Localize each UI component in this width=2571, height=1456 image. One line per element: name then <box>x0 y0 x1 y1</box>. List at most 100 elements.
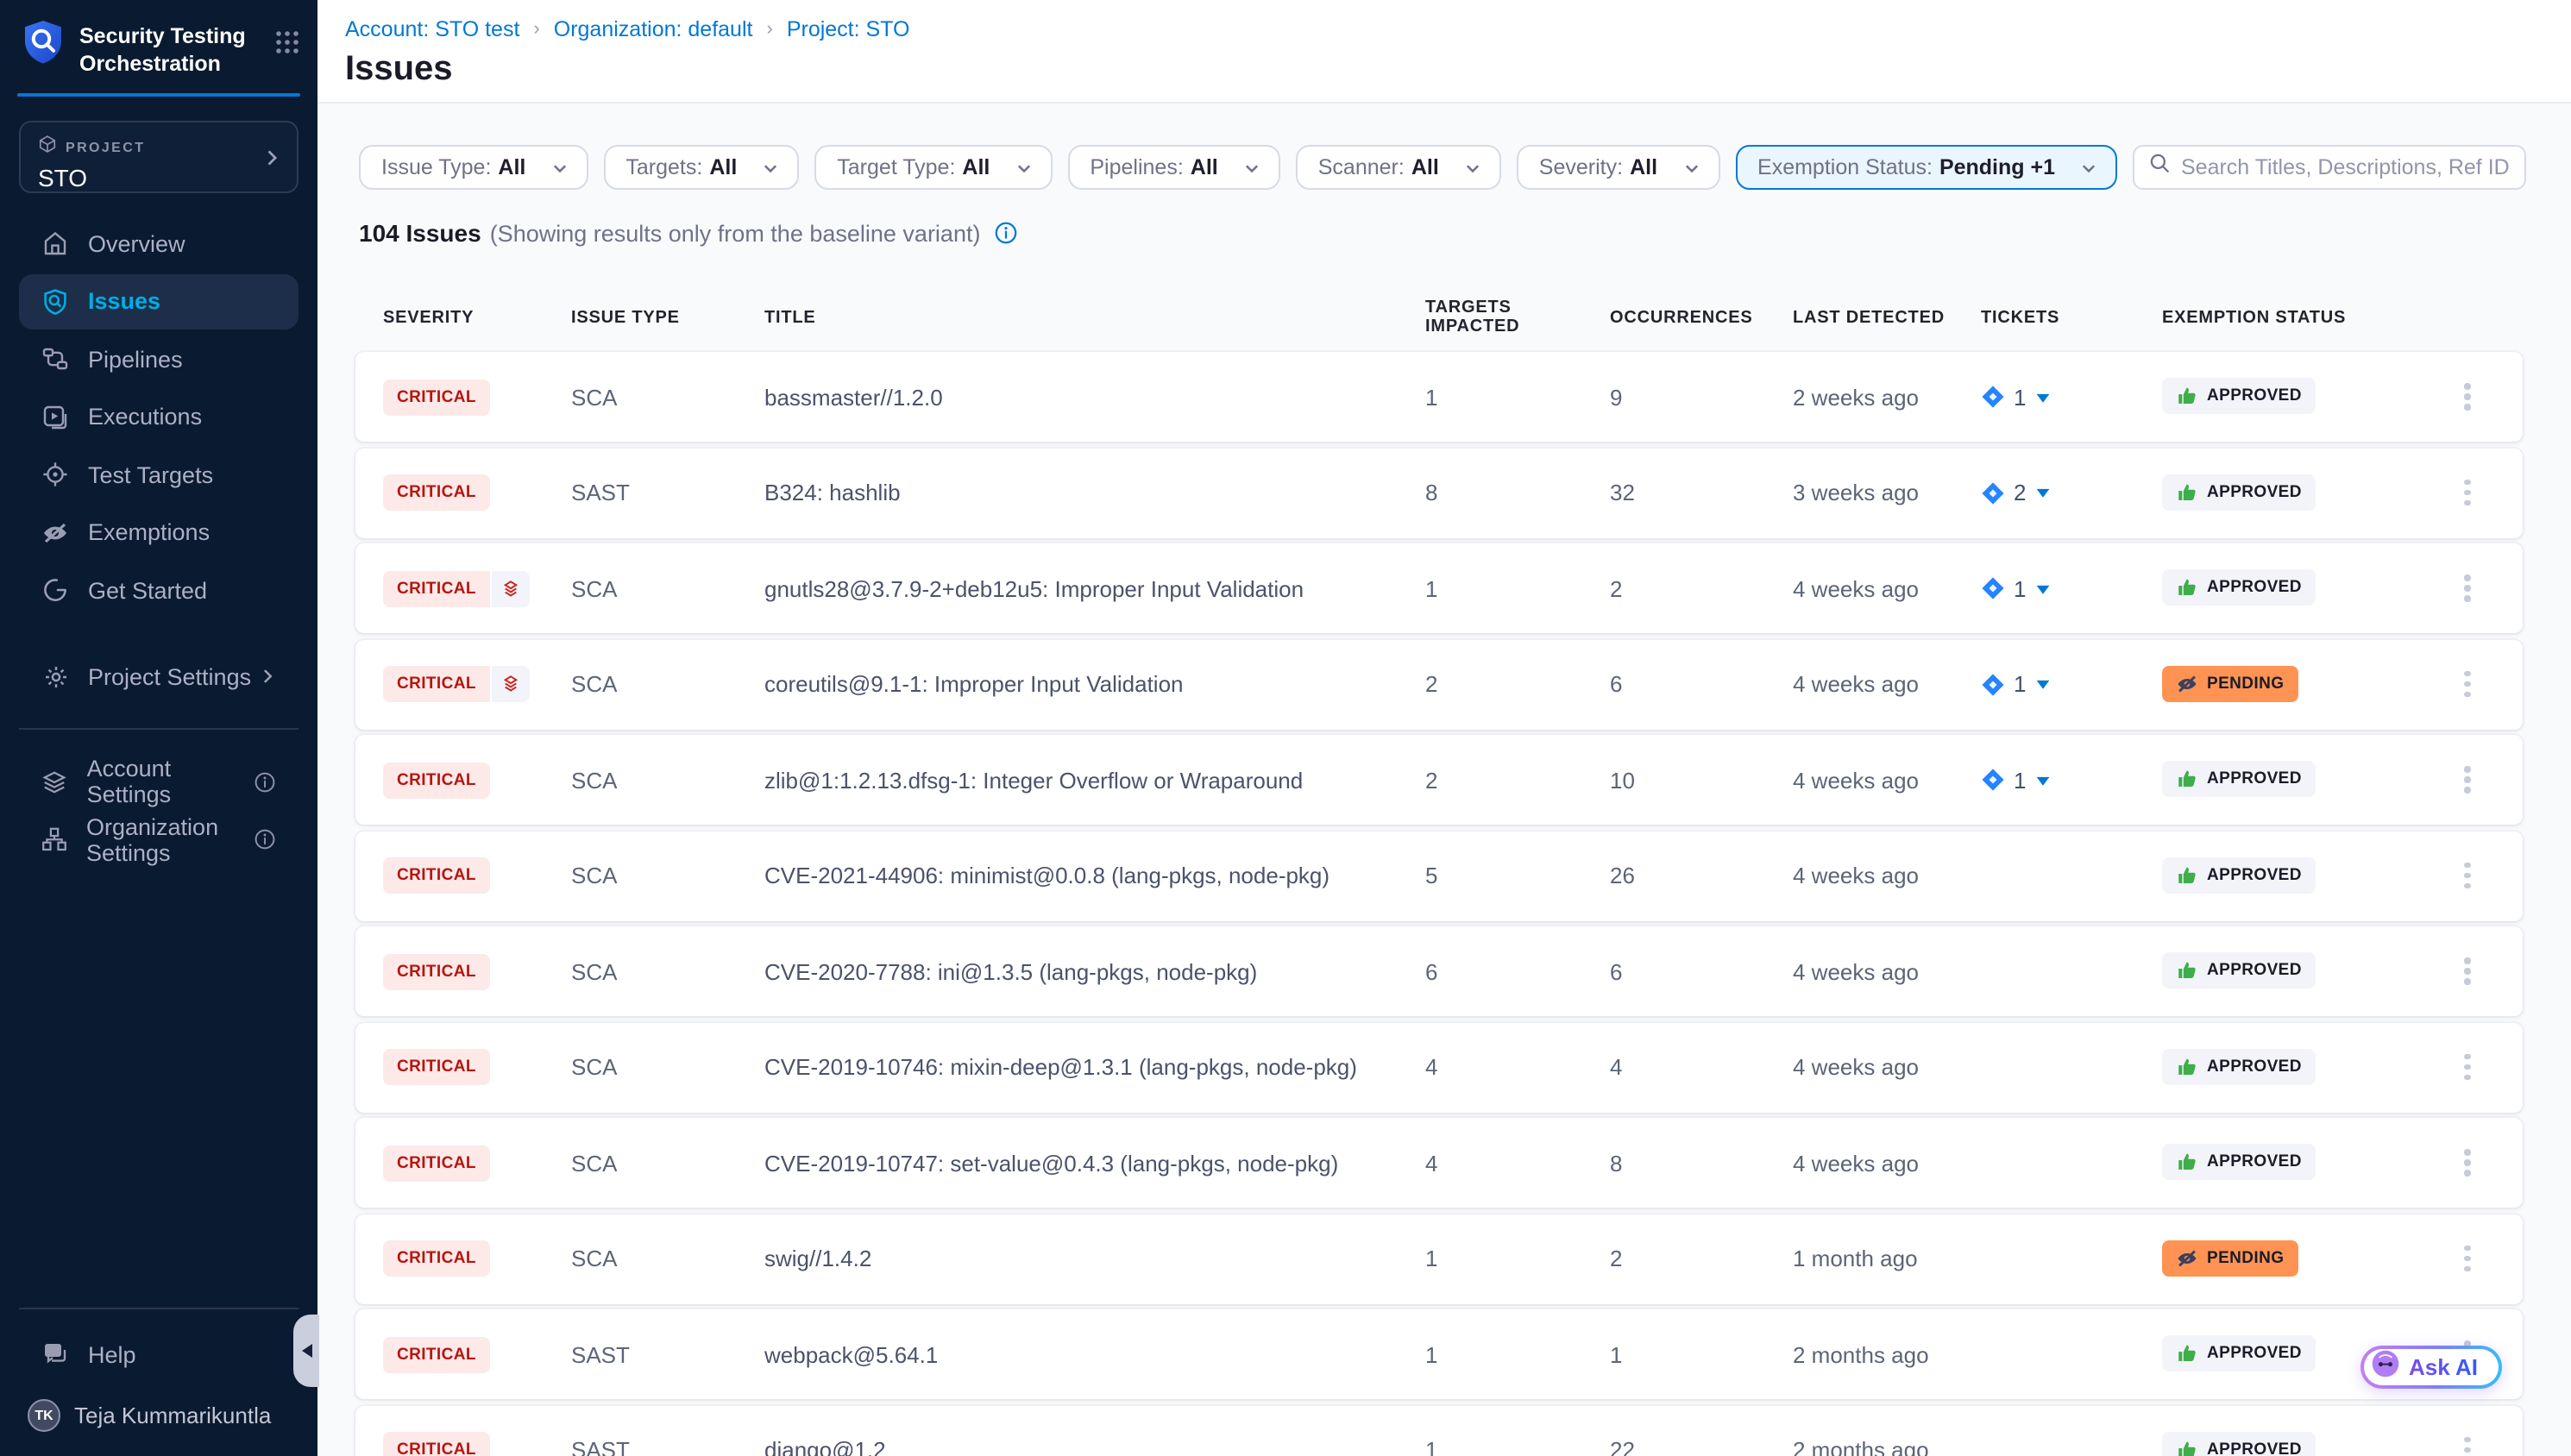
search-input[interactable] <box>2181 155 2511 179</box>
issue-type-cell: SAST <box>571 1341 764 1367</box>
breadcrumb-project[interactable]: Project: STO <box>787 17 910 41</box>
table-row[interactable]: CRITICALSASTwebpack@5.64.1112 months ago… <box>355 1309 2523 1399</box>
severity-label: CRITICAL <box>383 1145 490 1181</box>
issue-title[interactable]: bassmaster//1.2.0 <box>764 384 1425 410</box>
severity-cell: CRITICAL <box>383 1145 571 1181</box>
tickets-cell[interactable]: 1 <box>1981 384 2162 410</box>
help-button[interactable]: ? Help <box>0 1327 317 1382</box>
last-detected-cell: 4 weeks ago <box>1793 863 1981 888</box>
breadcrumb-account[interactable]: Account: STO test <box>345 17 519 41</box>
tickets-cell[interactable]: 1 <box>1981 575 2162 601</box>
sidebar-item-organization-settings[interactable]: Organization Settings <box>19 812 299 867</box>
ticket-caret-down-icon[interactable] <box>2034 389 2052 405</box>
ask-ai-button[interactable]: Ask AI <box>2360 1346 2502 1389</box>
ticket-caret-down-icon[interactable] <box>2034 772 2052 788</box>
thumbs-up-icon <box>2176 863 2198 886</box>
severity-badge: CRITICAL <box>383 1432 490 1456</box>
sidebar-item-overview[interactable]: Overview <box>19 216 299 271</box>
issue-title[interactable]: CVE-2020-7788: ini@1.3.5 (lang-pkgs, nod… <box>764 958 1425 984</box>
sidebar-item-label: Pipelines <box>88 346 183 372</box>
ticket-caret-down-icon[interactable] <box>2034 581 2052 596</box>
severity-label: CRITICAL <box>383 1049 490 1085</box>
filter-target-type[interactable]: Target Type:All <box>814 145 1052 190</box>
status-label: PENDING <box>2207 1248 2284 1267</box>
filter-pipelines[interactable]: Pipelines:All <box>1067 145 1279 190</box>
filter-scanner[interactable]: Scanner:All <box>1296 145 1501 190</box>
issue-title[interactable]: django@1.2 <box>764 1437 1425 1456</box>
row-menu-kebab-icon[interactable] <box>2457 856 2477 896</box>
table-row[interactable]: CRITICALSCAswig//1.4.2121 month agoPENDI… <box>355 1214 2523 1303</box>
issue-title[interactable]: gnutls28@3.7.9-2+deb12u5: Improper Input… <box>764 575 1425 601</box>
filter-exemption-status[interactable]: Exemption Status:Pending +1 <box>1735 145 2117 190</box>
target-icon <box>41 461 69 488</box>
table-row[interactable]: CRITICALSCAzlib@1:1.2.13.dfsg-1: Integer… <box>355 735 2523 825</box>
row-menu-kebab-icon[interactable] <box>2457 664 2477 705</box>
shield-search-icon <box>41 287 69 315</box>
occurrences-cell: 9 <box>1610 384 1793 410</box>
table-row[interactable]: CRITICALSCAbassmaster//1.2.0192 weeks ag… <box>355 352 2523 442</box>
info-icon[interactable] <box>254 828 276 850</box>
issue-title[interactable]: zlib@1:1.2.13.dfsg-1: Integer Overflow o… <box>764 767 1425 793</box>
search-box[interactable] <box>2133 145 2526 190</box>
table-row[interactable]: CRITICALSASTdjango@1.21222 months agoAPP… <box>355 1405 2523 1456</box>
user-menu[interactable]: TK Teja Kummarikuntla <box>0 1382 317 1456</box>
row-menu-kebab-icon[interactable] <box>2457 1430 2477 1456</box>
table-row[interactable]: CRITICALSCACVE-2020-7788: ini@1.3.5 (lan… <box>355 926 2523 1016</box>
row-menu-kebab-icon[interactable] <box>2457 1239 2477 1279</box>
breadcrumb-organization[interactable]: Organization: default <box>554 17 753 41</box>
exemption-status-cell: PENDING <box>2162 1239 2457 1277</box>
sidebar-item-executions[interactable]: Executions <box>19 389 299 444</box>
row-menu-kebab-icon[interactable] <box>2457 377 2477 417</box>
exemption-status-cell: PENDING <box>2162 665 2457 703</box>
severity-cell: CRITICAL <box>383 953 571 989</box>
row-menu-kebab-icon[interactable] <box>2457 1143 2477 1183</box>
issue-title[interactable]: CVE-2019-10746: mixin-deep@1.3.1 (lang-p… <box>764 1054 1425 1080</box>
jira-ticket-icon <box>1981 672 2005 696</box>
tickets-cell[interactable]: 1 <box>1981 671 2162 697</box>
tickets-cell[interactable]: 2 <box>1981 480 2162 505</box>
issue-title[interactable]: coreutils@9.1-1: Improper Input Validati… <box>764 671 1425 697</box>
table-row[interactable]: CRITICALSCACVE-2019-10746: mixin-deep@1.… <box>355 1022 2523 1112</box>
sidebar-item-get-started[interactable]: Get Started <box>19 562 299 618</box>
table-row[interactable]: CRITICALSCACVE-2021-44906: minimist@0.0.… <box>355 831 2523 920</box>
row-menu-kebab-icon[interactable] <box>2457 951 2477 992</box>
sidebar-item-account-settings[interactable]: Account Settings <box>19 754 299 809</box>
row-menu-kebab-icon[interactable] <box>2457 1047 2477 1088</box>
filter-issue-type[interactable]: Issue Type:All <box>359 145 588 190</box>
info-icon[interactable] <box>994 221 1018 245</box>
tickets-cell[interactable]: 1 <box>1981 767 2162 793</box>
filter-value: All <box>709 155 737 179</box>
issue-title[interactable]: swig//1.4.2 <box>764 1246 1425 1271</box>
sidebar-item-project-settings[interactable]: Project Settings <box>19 649 299 704</box>
project-selector[interactable]: PROJECT STO <box>19 121 299 193</box>
table-row[interactable]: CRITICALSCAcoreutils@9.1-1: Improper Inp… <box>355 639 2523 729</box>
sidebar-item-test-targets[interactable]: Test Targets <box>19 447 299 502</box>
targets-impacted-cell: 4 <box>1425 1150 1610 1176</box>
filter-severity[interactable]: Severity:All <box>1517 145 1719 190</box>
row-menu-kebab-icon[interactable] <box>2457 760 2477 800</box>
info-icon[interactable] <box>254 770 276 793</box>
filter-targets[interactable]: Targets:All <box>603 145 799 190</box>
table-row[interactable]: CRITICALSCAgnutls28@3.7.9-2+deb12u5: Imp… <box>355 543 2523 633</box>
issue-title[interactable]: CVE-2021-44906: minimist@0.0.8 (lang-pkg… <box>764 863 1425 888</box>
issue-title[interactable]: B324: hashlib <box>764 480 1425 505</box>
severity-badge: CRITICAL <box>383 762 490 798</box>
ticket-caret-down-icon[interactable] <box>2034 485 2052 500</box>
page-title: Issues <box>345 50 2571 90</box>
sidebar-item-label: Get Started <box>88 577 207 603</box>
row-menu-kebab-icon[interactable] <box>2457 568 2477 609</box>
thumbs-up-icon <box>2176 1055 2198 1077</box>
row-menu-kebab-icon[interactable] <box>2457 473 2477 513</box>
issue-title[interactable]: CVE-2019-10747: set-value@0.4.3 (lang-pk… <box>764 1150 1425 1176</box>
table-row[interactable]: CRITICALSCACVE-2019-10747: set-value@0.4… <box>355 1118 2523 1208</box>
app-grid-icon[interactable] <box>274 29 300 64</box>
sidebar-item-pipelines[interactable]: Pipelines <box>19 331 299 386</box>
table-row[interactable]: CRITICALSASTB324: hashlib8323 weeks ago2… <box>355 448 2523 537</box>
sidebar-item-exemptions[interactable]: Exemptions <box>19 505 299 560</box>
ticket-caret-down-icon[interactable] <box>2034 676 2052 692</box>
sidebar-item-issues[interactable]: Issues <box>19 273 299 329</box>
sidebar-collapse-handle[interactable] <box>293 1315 319 1387</box>
issue-title[interactable]: webpack@5.64.1 <box>764 1341 1425 1367</box>
exemption-status-cell: APPROVED <box>2162 1431 2457 1456</box>
breadcrumb: Account: STO test › Organization: defaul… <box>345 17 2571 41</box>
